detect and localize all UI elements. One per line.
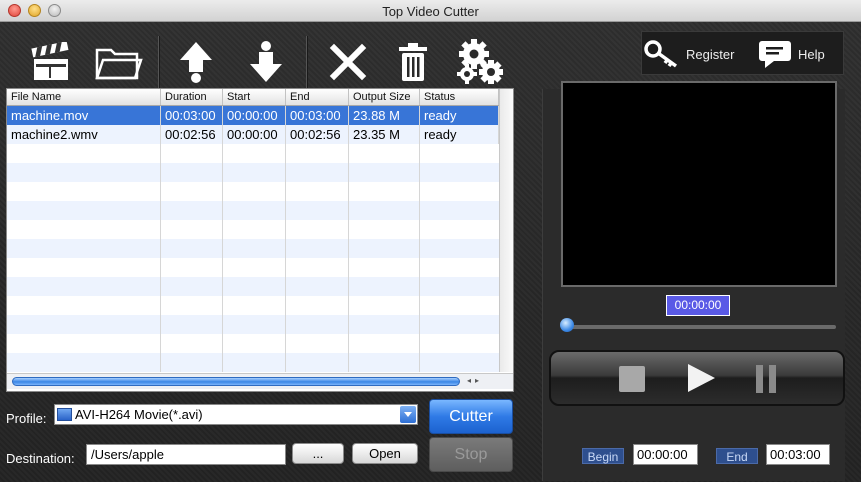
gears-icon	[457, 39, 503, 84]
help-label: Help	[798, 46, 825, 62]
cell-file-name: machine2.wmv	[7, 125, 161, 144]
cell-file-name: machine.mov	[7, 106, 161, 125]
column-header-status[interactable]: Status	[420, 89, 499, 105]
pause-icon[interactable]	[753, 364, 779, 394]
profile-value: AVI-H264 Movie(*.avi)	[75, 407, 203, 422]
horizontal-scroll-thumb[interactable]	[12, 377, 460, 386]
key-icon	[644, 40, 678, 68]
empty-row	[7, 163, 499, 182]
begin-time-field[interactable]: 00:00:00	[633, 444, 698, 465]
playback-controls	[549, 350, 845, 406]
empty-row	[7, 201, 499, 220]
cell-output-size: 23.35 M	[349, 125, 420, 144]
title-bar: Top Video Cutter	[0, 0, 861, 22]
destination-input[interactable]	[86, 444, 286, 465]
cell-output-size: 23.88 M	[349, 106, 420, 125]
cell-duration: 00:02:56	[161, 125, 223, 144]
register-help-panel: Register Help	[641, 31, 844, 75]
move-down-button[interactable]	[240, 36, 292, 88]
cell-end: 00:03:00	[286, 106, 349, 125]
empty-row	[7, 258, 499, 277]
video-format-icon	[57, 408, 72, 421]
open-folder-button[interactable]	[92, 36, 144, 88]
seek-bar[interactable]	[566, 325, 836, 329]
cell-duration: 00:03:00	[161, 106, 223, 125]
stop-button[interactable]: Stop	[429, 437, 513, 472]
browse-button[interactable]: ...	[292, 443, 344, 464]
empty-row	[7, 277, 499, 296]
move-down-arrow-icon	[250, 41, 282, 82]
column-header-duration[interactable]: Duration	[161, 89, 223, 105]
file-table: File Name Duration Start End Output Size…	[6, 88, 514, 392]
column-header-start[interactable]: Start	[223, 89, 286, 105]
cell-start: 00:00:00	[223, 125, 286, 144]
destination-label: Destination:	[6, 451, 75, 466]
empty-row	[7, 239, 499, 258]
table-header: File Name Duration Start End Output Size…	[7, 89, 499, 106]
table-rows: machine.mov 00:03:00 00:00:00 00:03:00 2…	[7, 106, 499, 372]
move-up-button[interactable]	[170, 36, 222, 88]
add-video-button[interactable]	[25, 36, 77, 88]
current-timecode: 00:00:00	[666, 295, 730, 316]
table-row[interactable]: machine.mov 00:03:00 00:00:00 00:03:00 2…	[7, 106, 499, 125]
empty-row	[7, 144, 499, 163]
profile-label: Profile:	[6, 411, 47, 426]
empty-row	[7, 334, 499, 353]
cell-start: 00:00:00	[223, 106, 286, 125]
delete-x-icon	[329, 43, 367, 81]
end-time-field[interactable]: 00:03:00	[766, 444, 830, 465]
toolbar-separator	[306, 36, 308, 88]
end-label[interactable]: End	[716, 448, 758, 464]
trash-icon	[399, 43, 427, 81]
toolbar-separator	[158, 36, 160, 88]
column-header-file-name[interactable]: File Name	[7, 89, 161, 105]
move-up-arrow-icon	[180, 42, 212, 83]
clear-all-button[interactable]	[387, 36, 439, 88]
remove-button[interactable]	[322, 36, 374, 88]
column-header-output-size[interactable]: Output Size	[349, 89, 420, 105]
seek-knob[interactable]	[560, 318, 574, 332]
column-header-end[interactable]: End	[286, 89, 349, 105]
empty-row	[7, 315, 499, 334]
video-preview-screen	[561, 81, 837, 287]
stop-playback-icon[interactable]	[617, 364, 647, 394]
help-button[interactable]: Help	[758, 38, 825, 70]
vertical-scrollbar[interactable]	[499, 89, 513, 372]
scroll-arrows-icon[interactable]: ◂▸	[467, 376, 483, 385]
play-icon[interactable]	[685, 362, 717, 394]
register-button[interactable]: Register	[644, 38, 734, 70]
table-row[interactable]: machine2.wmv 00:02:56 00:00:00 00:02:56 …	[7, 125, 499, 144]
profile-select[interactable]: AVI-H264 Movie(*.avi)	[54, 404, 418, 425]
cell-status: ready	[420, 125, 499, 144]
cell-status: ready	[420, 106, 499, 125]
empty-row	[7, 220, 499, 239]
cutter-button[interactable]: Cutter	[429, 399, 513, 434]
dropdown-arrow-icon[interactable]	[400, 406, 416, 423]
window-title: Top Video Cutter	[382, 4, 479, 19]
cell-end: 00:02:56	[286, 125, 349, 144]
empty-row	[7, 296, 499, 315]
open-button[interactable]: Open	[352, 443, 418, 464]
settings-button[interactable]	[454, 36, 506, 88]
empty-row	[7, 182, 499, 201]
chat-bubble-icon	[759, 41, 791, 68]
begin-label[interactable]: Begin	[582, 448, 624, 464]
empty-row	[7, 353, 499, 372]
folder-icon	[95, 48, 143, 80]
clapperboard-icon	[31, 42, 69, 80]
horizontal-scrollbar[interactable]: ◂▸	[7, 373, 513, 389]
register-label: Register	[686, 46, 735, 62]
